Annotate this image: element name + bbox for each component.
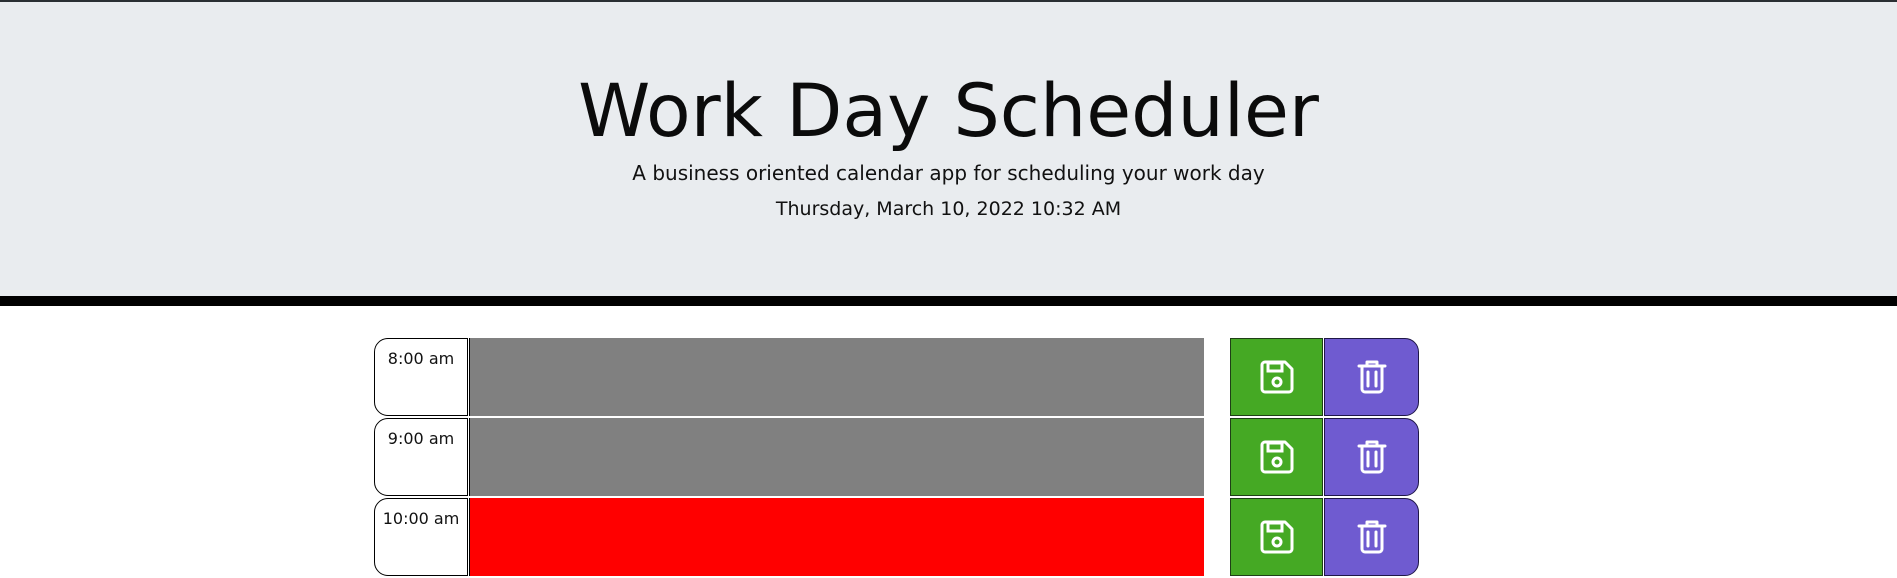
trash-icon <box>1357 360 1387 394</box>
floppy-disk-icon <box>1259 439 1295 475</box>
save-button[interactable] <box>1230 338 1323 416</box>
page-title: Work Day Scheduler <box>578 69 1319 154</box>
current-date: Thursday, March 10, 2022 10:32 AM <box>775 198 1122 220</box>
hour-label: 10:00 am <box>374 498 468 576</box>
trash-icon <box>1357 520 1387 554</box>
delete-button[interactable] <box>1324 338 1419 416</box>
floppy-disk-icon <box>1259 519 1295 555</box>
timeblock-row: 10:00 am <box>374 498 1420 578</box>
timeblock-row: 9:00 am <box>374 418 1420 498</box>
save-button[interactable] <box>1230 498 1323 576</box>
timeblock-list: 8:00 am 9:00 am 10:00 am <box>374 338 1420 578</box>
hour-label: 8:00 am <box>374 338 468 416</box>
event-description-input[interactable] <box>469 418 1204 496</box>
event-description-input[interactable] <box>469 498 1204 576</box>
delete-button[interactable] <box>1324 418 1419 496</box>
event-description-input[interactable] <box>469 338 1204 416</box>
hour-label: 9:00 am <box>374 418 468 496</box>
save-button[interactable] <box>1230 418 1323 496</box>
floppy-disk-icon <box>1259 359 1295 395</box>
page-subtitle: A business oriented calendar app for sch… <box>632 161 1265 185</box>
header-divider <box>0 296 1897 306</box>
trash-icon <box>1357 440 1387 474</box>
page-header: Work Day Scheduler A business oriented c… <box>0 0 1897 296</box>
timeblock-row: 8:00 am <box>374 338 1420 418</box>
delete-button[interactable] <box>1324 498 1419 576</box>
